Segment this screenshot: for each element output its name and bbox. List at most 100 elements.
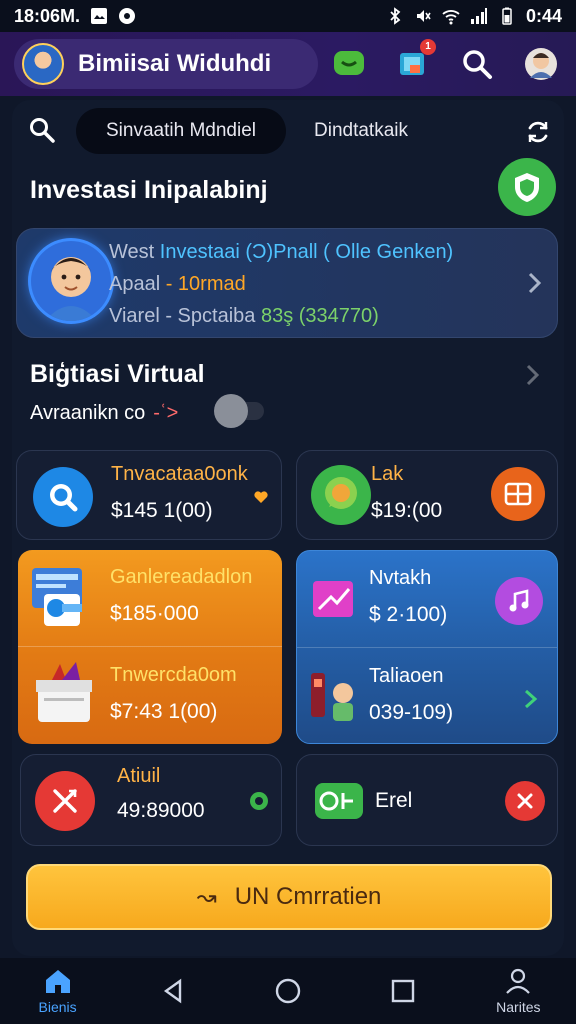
orange-panel: Ganlereadadlon $185·000 Tnwercda0om $7:4… bbox=[18, 550, 282, 744]
profile-line-1: West Investaai (Ɔ)Pnall ( Olle Genken) bbox=[109, 241, 453, 264]
refresh-icon bbox=[528, 121, 548, 143]
divider bbox=[297, 647, 557, 648]
account-switcher[interactable]: Bimiisai Widuhdi bbox=[14, 39, 318, 89]
close-icon[interactable] bbox=[505, 781, 545, 821]
chat-icon bbox=[334, 51, 364, 75]
primary-action-button[interactable]: ↝ UN Cmrratien bbox=[26, 864, 552, 930]
profile-line-2-prefix: Apaal bbox=[109, 273, 161, 295]
search-circle-icon bbox=[33, 467, 93, 527]
home-icon bbox=[45, 970, 70, 993]
mute-icon bbox=[414, 7, 432, 25]
section-title-investasi: Investasi Inipalabinj bbox=[30, 176, 268, 204]
wifi-icon bbox=[442, 7, 460, 25]
nav-recents[interactable] bbox=[358, 978, 448, 1004]
card-top-right-label: Lak bbox=[371, 463, 404, 485]
grid-box-icon[interactable] bbox=[491, 467, 545, 521]
profile-line-3-value: 83ş (334770) bbox=[260, 305, 379, 327]
nav-home-circle[interactable] bbox=[243, 977, 333, 1005]
toggle-knob bbox=[214, 394, 248, 428]
search-toggle[interactable] bbox=[28, 116, 56, 144]
orange-bottom-value: $7:43 1(00) bbox=[110, 700, 218, 723]
profile-line-1-suffix: ( Olle Genken) bbox=[323, 241, 454, 263]
profile-line-1-main: Investaai (Ɔ)Pnall bbox=[159, 241, 318, 263]
chevron-right-icon[interactable] bbox=[525, 269, 545, 297]
profile-line-3-prefix: Viarel bbox=[109, 305, 160, 327]
notifications-button[interactable]: 1 bbox=[396, 39, 436, 81]
chart-card-icon bbox=[311, 577, 355, 621]
profile-avatar-button[interactable] bbox=[524, 47, 558, 81]
card-top-left-value: $145 1(00) bbox=[111, 499, 213, 522]
status-time-right: 0:44 bbox=[525, 5, 562, 26]
gallery-icon bbox=[90, 7, 108, 25]
user-avatar-icon bbox=[525, 48, 557, 80]
chat-button[interactable] bbox=[332, 47, 366, 81]
search-button[interactable] bbox=[460, 47, 494, 81]
card-top-left-label: Tnvacataa0onk bbox=[111, 463, 248, 485]
primary-action-label: UN Cmrratien bbox=[234, 883, 382, 910]
card-top-left[interactable]: Tnvacataa0onk $145 1(00) bbox=[16, 450, 282, 540]
nav-profile-label: Narites bbox=[496, 999, 541, 1015]
profile-icon bbox=[506, 968, 531, 994]
tab-secondary[interactable]: Dindtatkaik bbox=[314, 120, 408, 142]
search-icon bbox=[463, 50, 492, 79]
video-badge-icon bbox=[313, 779, 365, 823]
arrow-icon: ↝ bbox=[196, 883, 217, 911]
security-button[interactable] bbox=[498, 158, 556, 216]
chat-bubble-icon bbox=[311, 465, 371, 525]
main-content: Sinvaatih Mdndiel Dindtatkaik Investasi … bbox=[12, 100, 564, 956]
nav-home[interactable]: Bienis bbox=[13, 967, 103, 1015]
orange-bottom-label: Tnwercda0om bbox=[110, 664, 237, 686]
page-title: Bimiisai Widuhdi bbox=[78, 50, 272, 77]
document-stack-icon bbox=[26, 560, 94, 632]
status-bar: 18:06M. 0:44 bbox=[0, 0, 576, 32]
search-icon bbox=[30, 118, 55, 143]
card-top-right-value: $19:(00 bbox=[371, 499, 443, 522]
signal-icon bbox=[470, 7, 488, 25]
notification-badge: 1 bbox=[420, 39, 436, 55]
card-bottom-right[interactable]: Erel bbox=[296, 754, 558, 846]
music-note-icon[interactable] bbox=[495, 577, 543, 625]
blue-panel: Nvtakh $ 2·100) Taliaoen 039-109) bbox=[296, 550, 558, 744]
profile-line-3: Viarel - Spctaiba 83ş (334770) bbox=[109, 305, 379, 328]
chevron-right-icon[interactable] bbox=[524, 362, 542, 388]
gift-box-icon bbox=[32, 658, 96, 728]
card-bottom-left-label: Atiuil bbox=[117, 765, 161, 787]
virtual-subtitle-icon: -ʿ> bbox=[153, 402, 179, 424]
section-title-virtual: Biģtiasi Virtual bbox=[30, 360, 205, 388]
virtual-toggle[interactable] bbox=[214, 394, 264, 428]
avatar[interactable] bbox=[22, 43, 64, 85]
profile-line-2: Apaal - 10rmad bbox=[109, 273, 246, 296]
nav-back[interactable] bbox=[128, 977, 218, 1005]
profile-avatar bbox=[31, 241, 111, 321]
investment-profile-card[interactable]: West Investaai (Ɔ)Pnall ( Olle Genken) A… bbox=[16, 228, 558, 338]
status-time-left: 18:06M. bbox=[14, 5, 81, 26]
profile-line-2-main: - 10rmad bbox=[165, 273, 246, 295]
app-notification-icon bbox=[118, 7, 136, 25]
orange-top-label: Ganlereadadlon bbox=[110, 566, 253, 588]
bluetooth-icon bbox=[386, 7, 404, 25]
card-bottom-left[interactable]: Atiuil 49:89000 bbox=[20, 754, 282, 846]
orange-top-value: $185·000 bbox=[110, 602, 199, 625]
nav-home-label: Bienis bbox=[38, 999, 77, 1015]
search-row: Sinvaatih Mdndiel Dindtatkaik bbox=[12, 104, 564, 156]
divider bbox=[18, 646, 282, 647]
home-circle-icon bbox=[275, 978, 301, 1004]
chevron-right-icon[interactable] bbox=[521, 687, 541, 711]
refresh-button[interactable] bbox=[524, 118, 552, 146]
app-header: Bimiisai Widuhdi 1 bbox=[0, 32, 576, 96]
blue-top-value: $ 2·100) bbox=[369, 603, 448, 626]
nav-profile[interactable]: Narites bbox=[473, 967, 563, 1015]
back-triangle-icon bbox=[163, 978, 181, 1004]
status-dot-icon bbox=[249, 791, 269, 816]
recents-square-icon bbox=[391, 979, 415, 1003]
cross-arrow-icon bbox=[35, 771, 95, 831]
card-bottom-left-value: 49:89000 bbox=[117, 799, 205, 822]
virtual-subtitle: Avraanikn co -ʿ> bbox=[30, 402, 178, 425]
blue-bottom-value: 039-109) bbox=[369, 701, 454, 724]
card-top-right[interactable]: Lak $19:(00 bbox=[296, 450, 558, 540]
tab-search-active[interactable]: Sinvaatih Mdndiel bbox=[76, 108, 286, 154]
blue-top-label: Nvtakh bbox=[369, 567, 432, 589]
card-bottom-right-label: Erel bbox=[375, 789, 413, 812]
game-character-icon bbox=[307, 667, 361, 727]
battery-icon bbox=[498, 7, 516, 25]
